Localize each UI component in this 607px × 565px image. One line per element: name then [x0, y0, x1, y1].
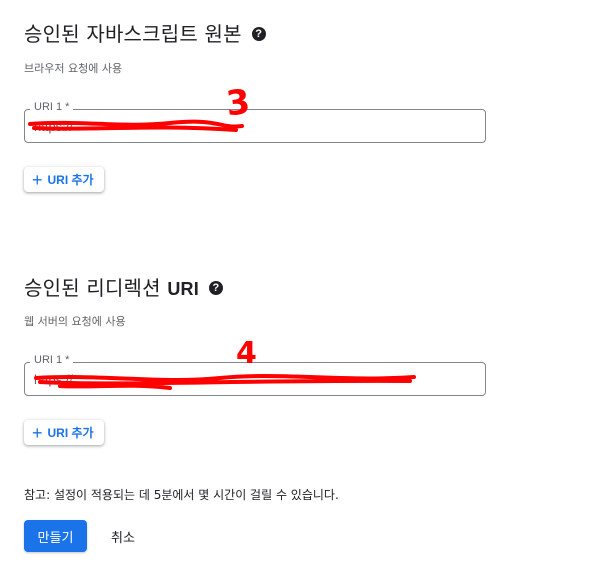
add-redirect-uri-button[interactable]: + URI 추가: [24, 420, 104, 445]
create-button[interactable]: 만들기: [24, 520, 87, 552]
add-origin-uri-label: URI 추가: [47, 173, 94, 187]
origin-uri-1-value[interactable]: https://: [34, 119, 464, 134]
redirects-subtitle: 웹 서버의 요청에 사용: [24, 315, 126, 328]
origins-title-text: 승인된 자바스크립트 원본: [24, 22, 242, 46]
origins-subtitle: 브라우저 요청에 사용: [24, 62, 123, 75]
settings-note: 참고: 설정이 적용되는 데 5분에서 몇 시간이 걸릴 수 있습니다.: [24, 488, 339, 502]
redirects-title-text: 승인된 리디렉션: [24, 276, 168, 300]
plus-icon: +: [32, 169, 43, 190]
cancel-button[interactable]: 취소: [111, 527, 135, 546]
help-circle-icon[interactable]: ?: [251, 26, 266, 41]
add-origin-uri-button[interactable]: + URI 추가: [24, 167, 104, 192]
origin-uri-1-label: URI 1 *: [30, 101, 74, 113]
redirects-title-uri: URI: [167, 279, 199, 299]
origins-section-title: 승인된 자바스크립트 원본?: [24, 18, 266, 47]
redirect-uri-1-label: URI 1 *: [30, 354, 74, 366]
redirects-section-title: 승인된 리디렉션 URI?: [24, 272, 223, 301]
help-circle-icon[interactable]: ?: [208, 280, 223, 295]
redirect-uri-1-value[interactable]: https://: [34, 372, 464, 387]
add-redirect-uri-label: URI 추가: [47, 426, 94, 440]
plus-icon: +: [32, 422, 43, 443]
